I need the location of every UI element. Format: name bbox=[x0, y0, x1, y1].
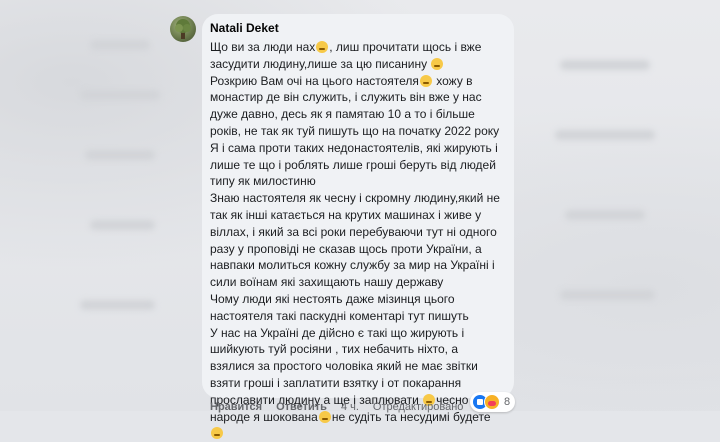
comment-bubble: Natali Deket Що ви за люди нах, лиш проч… bbox=[202, 14, 514, 440]
reaction-count: 8 bbox=[504, 396, 511, 408]
reply-button[interactable]: Ответить bbox=[276, 401, 327, 413]
edited-label: Отредактировано bbox=[372, 401, 464, 413]
comment-paragraph: Чому люди які нестоять даже мізинця цьог… bbox=[210, 291, 469, 323]
reactions-summary[interactable]: 8 bbox=[470, 392, 516, 412]
comment-actions: Нравится Ответить 4 ч. Отредактировано bbox=[210, 400, 463, 414]
pensive-face-emoji bbox=[419, 74, 432, 87]
like-button[interactable]: Нравится bbox=[210, 401, 262, 413]
pensive-face-emoji bbox=[316, 41, 329, 53]
avatar[interactable] bbox=[170, 16, 196, 42]
care-icon bbox=[484, 394, 500, 410]
avatar-image bbox=[175, 19, 191, 39]
comment-author[interactable]: Natali Deket bbox=[210, 21, 504, 36]
comment-timestamp[interactable]: 4 ч. bbox=[341, 401, 359, 413]
comment-body: Що ви за люди нах, лиш прочитати щось і … bbox=[210, 39, 504, 442]
comment-paragraph: У нас на Україні де дійсно є такі що жир… bbox=[210, 325, 504, 442]
pensive-face-emoji bbox=[431, 57, 444, 70]
comment-paragraph: Я і сама проти таких недонастоятелів, як… bbox=[210, 140, 498, 189]
comment-paragraph: Що ви за люди нах, лиш прочитати щось і … bbox=[210, 40, 482, 71]
pensive-face-emoji bbox=[211, 427, 223, 440]
comment-paragraph: Розкрию Вам очі на цього настоятеля хожу… bbox=[210, 73, 500, 138]
comment-paragraph: Знаю настоятеля як чесну і скромну людин… bbox=[210, 191, 500, 290]
